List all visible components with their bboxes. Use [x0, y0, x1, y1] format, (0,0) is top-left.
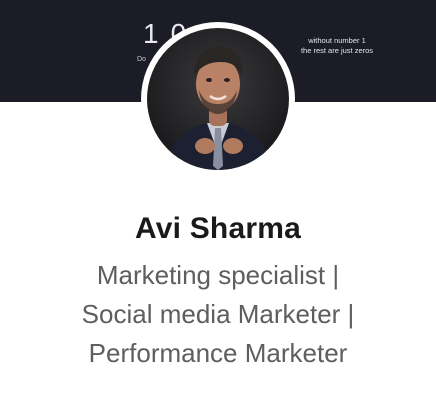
banner-tagline: without number 1 the rest are just zeros	[296, 36, 378, 56]
avatar-frame[interactable]	[141, 22, 295, 176]
banner-tagline-line-2: the rest are just zeros	[300, 46, 374, 55]
profile-name: Avi Sharma	[135, 212, 301, 245]
banner-small-text: Do	[137, 56, 146, 63]
headline-line-2: Social media Marketer |	[81, 299, 355, 329]
avatar-photo	[165, 46, 271, 170]
headline-line-1: Marketing specialist |	[96, 260, 340, 290]
banner-tagline-line-1: without number 1	[308, 36, 366, 45]
profile-card: 10 Do without number 1 the rest are just…	[0, 0, 436, 404]
headline-line-3: Performance Marketer	[88, 338, 348, 368]
profile-headline: Marketing specialist | Social media Mark…	[30, 256, 406, 373]
avatar[interactable]	[147, 28, 289, 170]
